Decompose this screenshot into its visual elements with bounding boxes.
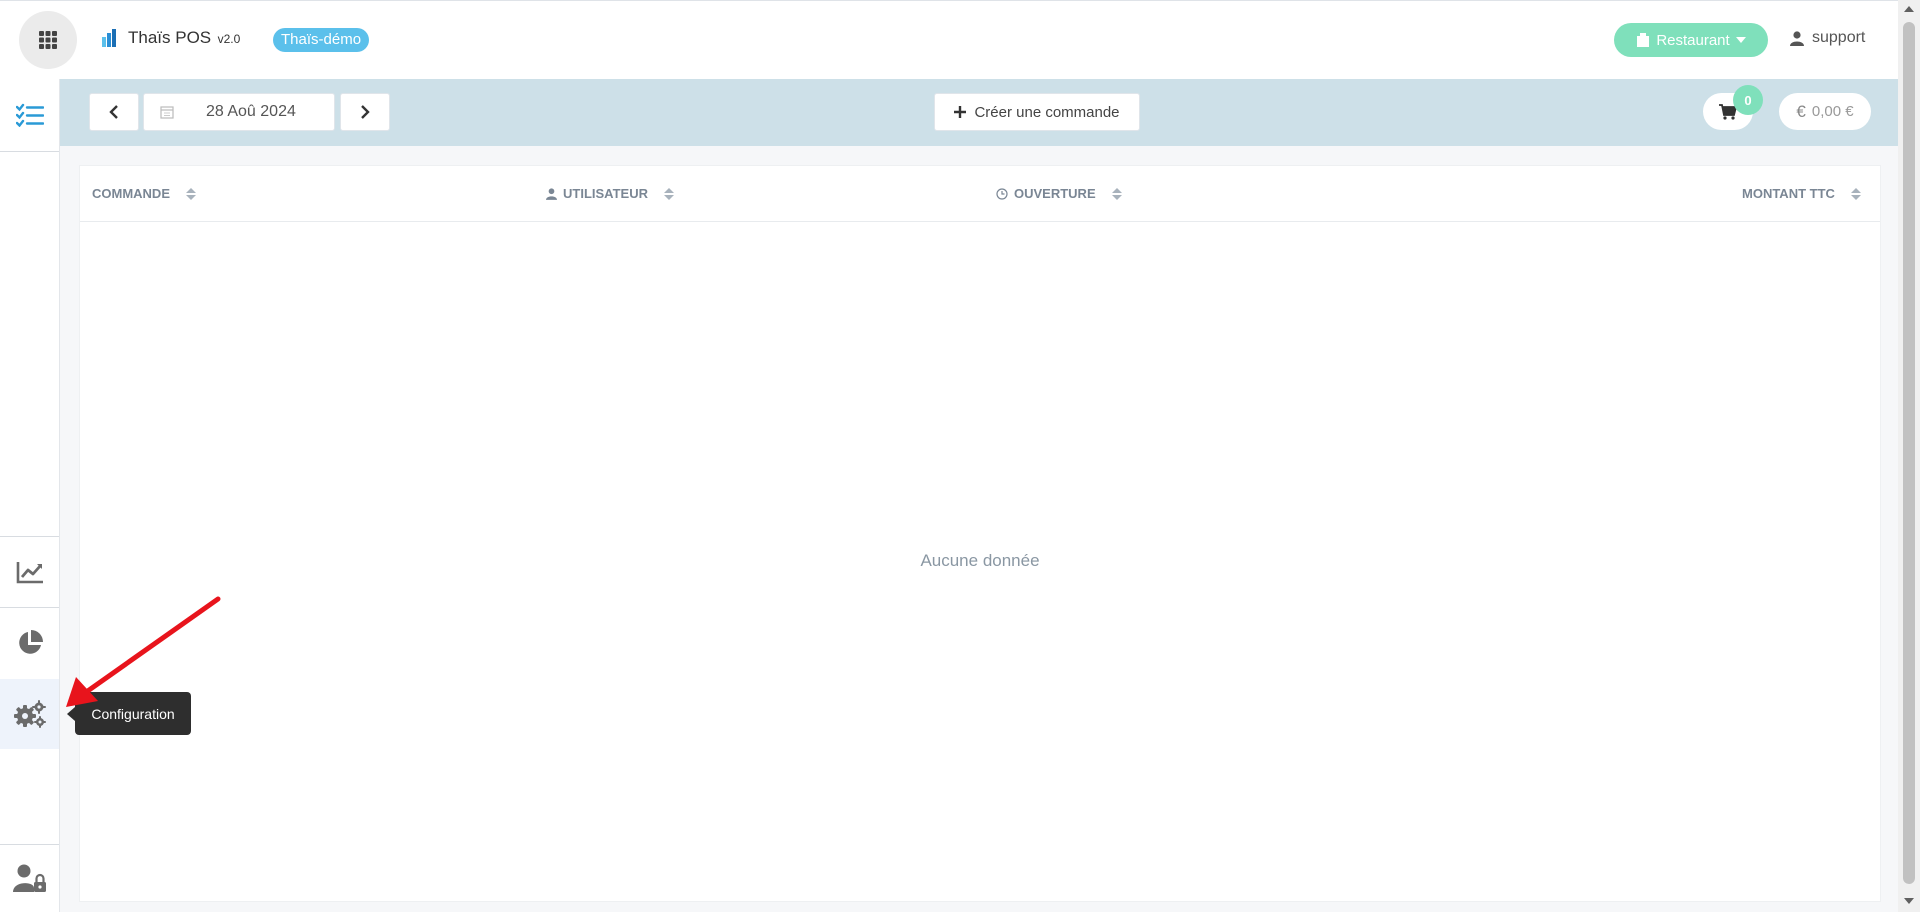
user-label: support [1812,29,1866,46]
date-value: 28 Aoû 2024 [206,103,296,120]
scroll-down-icon [1904,898,1914,904]
annotation-arrow-icon [66,596,221,707]
total-amount[interactable]: € 0,00 € [1779,93,1871,130]
scroll-up-icon [1904,6,1914,12]
building-icon [1637,33,1650,47]
next-day-button[interactable] [340,93,390,131]
chevron-right-icon [361,105,370,119]
checklist-icon [15,103,44,127]
date-picker[interactable]: 28 Aoû 2024 [143,93,335,131]
gears-icon [13,700,46,728]
euro-icon: € [1796,101,1806,121]
table-header: COMMANDE UTILISATEUR OUVERTURE MONTANT T… [80,166,1880,222]
sort-icon [186,187,196,200]
column-label: OUVERTURE [1014,186,1096,201]
create-order-button[interactable]: Créer une commande [934,93,1140,131]
create-order-label: Créer une commande [974,103,1120,121]
scrollbar-thumb[interactable] [1903,22,1915,884]
plus-icon [954,106,967,118]
top-header: Thaïs POS v2.0 Thaïs-démo Restaurant sup… [0,0,1898,79]
establishment-label: Restaurant [1656,31,1730,49]
cart-count-badge: 0 [1733,85,1763,115]
orders-table: COMMANDE UTILISATEUR OUVERTURE MONTANT T… [79,165,1881,902]
column-label: COMMANDE [92,186,170,201]
column-label: UTILISATEUR [563,186,648,201]
caret-down-icon [1735,37,1746,43]
column-header-ouverture[interactable]: OUVERTURE [996,186,1122,201]
column-header-commande[interactable]: COMMANDE [92,186,196,201]
user-lock-icon [12,864,46,892]
calendar-icon [160,106,174,119]
column-header-utilisateur[interactable]: UTILISATEUR [546,186,674,201]
apps-grid-icon [39,31,57,49]
apps-grid-button[interactable] [19,11,77,69]
user-icon [546,187,557,200]
sidebar-divider [0,151,59,152]
sidebar-item-user-lock[interactable] [0,845,59,912]
chevron-left-icon [109,105,118,119]
app-version: v2.0 [217,32,241,46]
sort-icon [663,187,674,200]
column-header-montant-ttc[interactable]: MONTANT TTC [1742,186,1861,201]
vertical-scrollbar[interactable] [1898,0,1920,912]
environment-badge: Thaïs-démo [273,28,370,52]
chart-line-icon [16,562,43,584]
clock-icon [996,187,1008,200]
brand[interactable]: Thaïs POS v2.0 [102,28,240,48]
app-name: Thaïs POS [128,28,212,47]
previous-day-button[interactable] [89,93,139,131]
sidebar-item-configuration[interactable] [0,679,59,749]
logo-icon [102,29,116,47]
sort-icon [1111,187,1122,200]
column-label: MONTANT TTC [1742,186,1835,201]
sidebar-item-orders[interactable] [0,79,59,151]
pie-chart-icon [18,630,43,654]
left-sidebar [0,79,60,912]
sidebar-item-reports[interactable] [0,608,59,678]
user-icon [1790,30,1804,46]
sidebar-item-statistics[interactable] [0,537,59,607]
total-amount-value: 0,00 € [1811,103,1854,120]
empty-state-message: Aucune donnée [920,551,1040,570]
establishment-dropdown[interactable]: Restaurant [1614,23,1768,57]
sort-icon [1850,187,1861,200]
user-menu[interactable]: support [1790,29,1865,47]
